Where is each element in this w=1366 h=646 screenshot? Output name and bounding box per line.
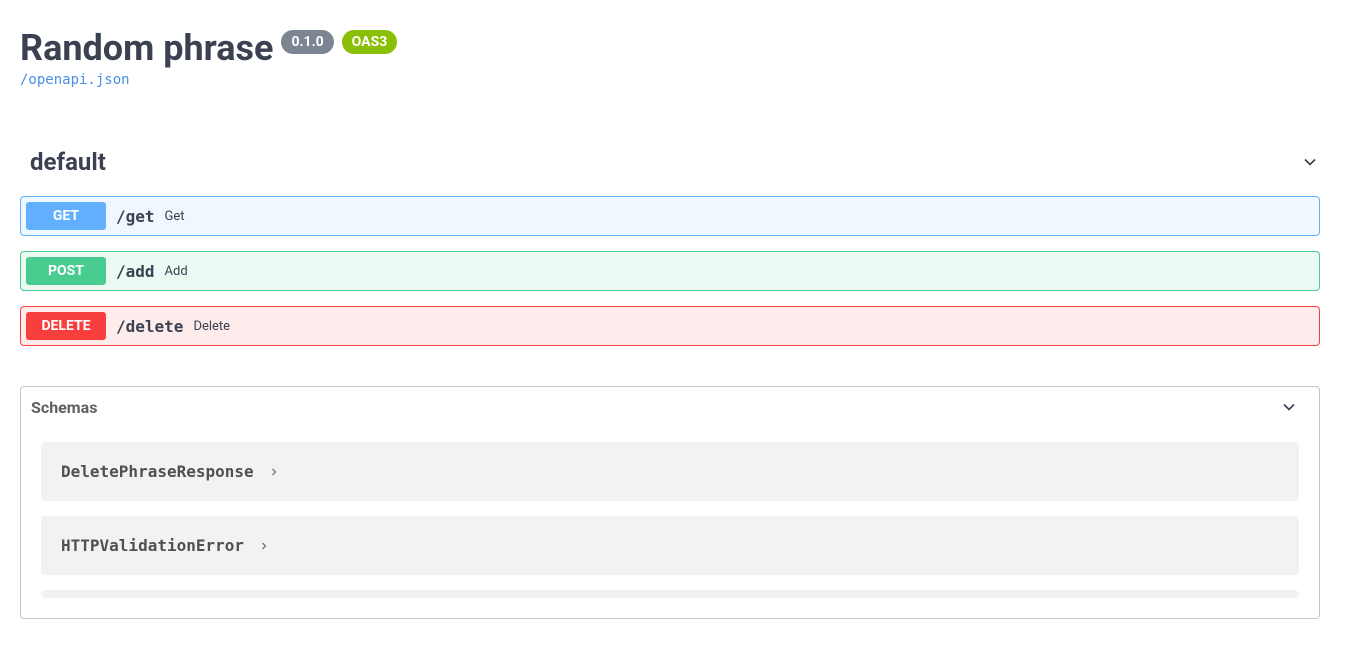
schema-name: HTTPValidationError	[61, 536, 244, 555]
api-header: Random phrase 0.1.0 OAS3 /openapi.json	[20, 0, 1320, 88]
operation-summary: Get	[165, 209, 185, 224]
chevron-down-icon	[1300, 152, 1320, 172]
operation-post[interactable]: POST /add Add	[20, 251, 1320, 291]
schemas-header[interactable]: Schemas	[21, 387, 1319, 427]
schema-name: DeletePhraseResponse	[61, 462, 254, 481]
method-badge: POST	[26, 257, 106, 285]
chevron-right-icon	[258, 539, 272, 553]
chevron-right-icon	[268, 465, 282, 479]
schema-item[interactable]: DeletePhraseResponse	[41, 442, 1299, 501]
api-title: Random phrase	[20, 30, 273, 66]
tag-section-header[interactable]: default	[20, 138, 1320, 186]
operation-path: /get	[116, 207, 155, 226]
schemas-section: Schemas DeletePhraseResponse HTTPValidat…	[20, 386, 1320, 619]
operation-path: /add	[116, 262, 155, 281]
operation-path: /delete	[116, 317, 183, 336]
oas-badge: OAS3	[342, 30, 398, 54]
method-badge: GET	[26, 202, 106, 230]
chevron-down-icon	[1279, 397, 1299, 417]
tag-name: default	[30, 148, 106, 176]
schema-item[interactable]: HTTPValidationError	[41, 516, 1299, 575]
operation-delete[interactable]: DELETE /delete Delete	[20, 306, 1320, 346]
method-badge: DELETE	[26, 312, 106, 340]
spec-link[interactable]: /openapi.json	[20, 72, 130, 88]
operation-summary: Add	[165, 264, 188, 279]
operation-summary: Delete	[193, 319, 230, 334]
operation-get[interactable]: GET /get Get	[20, 196, 1320, 236]
version-badge: 0.1.0	[281, 30, 333, 54]
schemas-title: Schemas	[31, 398, 97, 417]
schema-item[interactable]	[41, 590, 1299, 598]
schemas-list: DeletePhraseResponse HTTPValidationError	[21, 442, 1319, 618]
operations-list: GET /get Get POST /add Add DELETE /delet…	[20, 196, 1320, 346]
